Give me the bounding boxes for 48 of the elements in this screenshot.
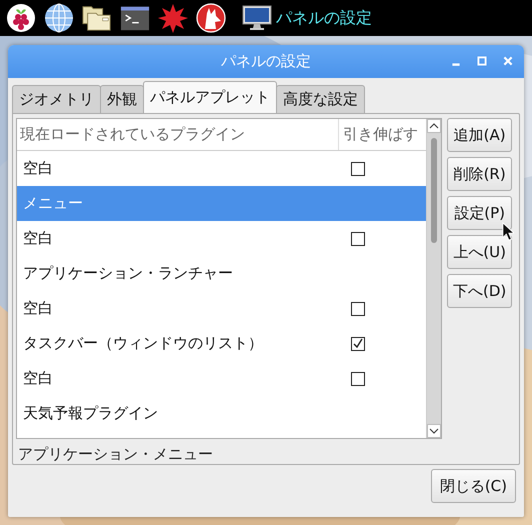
checkbox[interactable] <box>351 162 365 176</box>
window-title: パネルの設定 <box>221 52 311 71</box>
plugin-name: メニュー <box>22 194 84 213</box>
checkbox[interactable] <box>351 302 365 316</box>
action-button[interactable]: 上へ(U) <box>447 235 512 269</box>
list-row[interactable]: タスクバー（ウィンドウのリスト） <box>17 326 426 361</box>
action-button[interactable]: 設定(P) <box>447 196 512 230</box>
plugin-name: 空白 <box>22 159 54 178</box>
maximize-icon[interactable] <box>476 55 488 67</box>
list-row[interactable]: 空白 <box>17 221 426 256</box>
checkbox[interactable] <box>351 372 365 386</box>
column-header[interactable]: 引き伸ばす <box>339 125 426 144</box>
close-button[interactable]: 閉じる(C) <box>430 469 516 503</box>
plugin-name: タスクバー（ウィンドウのリスト） <box>22 334 264 353</box>
tab[interactable]: パネルアプレット <box>143 81 277 113</box>
tab[interactable]: ジオメトリ <box>12 85 101 113</box>
checkbox[interactable] <box>351 232 365 246</box>
monitor-icon <box>242 5 272 31</box>
list-row[interactable]: 空白 <box>17 291 426 326</box>
tab[interactable]: 高度な設定 <box>276 85 365 113</box>
list-row[interactable]: アプリケーション・ランチャー <box>17 256 426 291</box>
raspberry-icon[interactable] <box>6 3 36 33</box>
plugin-description: アプリケーション・メニュー <box>17 445 214 464</box>
list-row[interactable]: 天気予報プラグイン <box>17 396 426 431</box>
globe-icon[interactable] <box>44 3 74 33</box>
taskbar-window-button[interactable]: パネルの設定 <box>242 5 372 31</box>
star-burst-icon[interactable] <box>158 3 188 33</box>
action-button[interactable]: 削除(R) <box>447 157 512 191</box>
plugin-name: アプリケーション・ランチャー <box>22 264 234 283</box>
action-button[interactable]: 追加(A) <box>447 118 512 152</box>
scroll-up-icon[interactable] <box>427 119 441 133</box>
action-button[interactable]: 下へ(D) <box>447 274 512 308</box>
close-icon[interactable] <box>502 55 514 67</box>
scroll-thumb[interactable] <box>431 138 437 243</box>
plugin-name: 空白 <box>22 299 54 318</box>
plugin-name: 空白 <box>22 229 54 248</box>
list-row[interactable]: 空白 <box>17 361 426 396</box>
plugin-name: 天気予報プラグイン <box>22 404 159 423</box>
scrollbar[interactable] <box>426 119 441 438</box>
taskbar-window-label: パネルの設定 <box>276 8 372 28</box>
plugin-name: 空白 <box>22 369 54 388</box>
checkbox[interactable] <box>351 336 365 350</box>
wolf-icon[interactable] <box>196 3 226 33</box>
column-header[interactable]: 現在ロードされているプラグイン <box>17 119 339 150</box>
list-row[interactable]: 空白 <box>17 151 426 186</box>
tab[interactable]: 外観 <box>100 85 144 113</box>
mouse-pointer-icon <box>502 222 514 241</box>
scroll-down-icon[interactable] <box>427 424 441 438</box>
